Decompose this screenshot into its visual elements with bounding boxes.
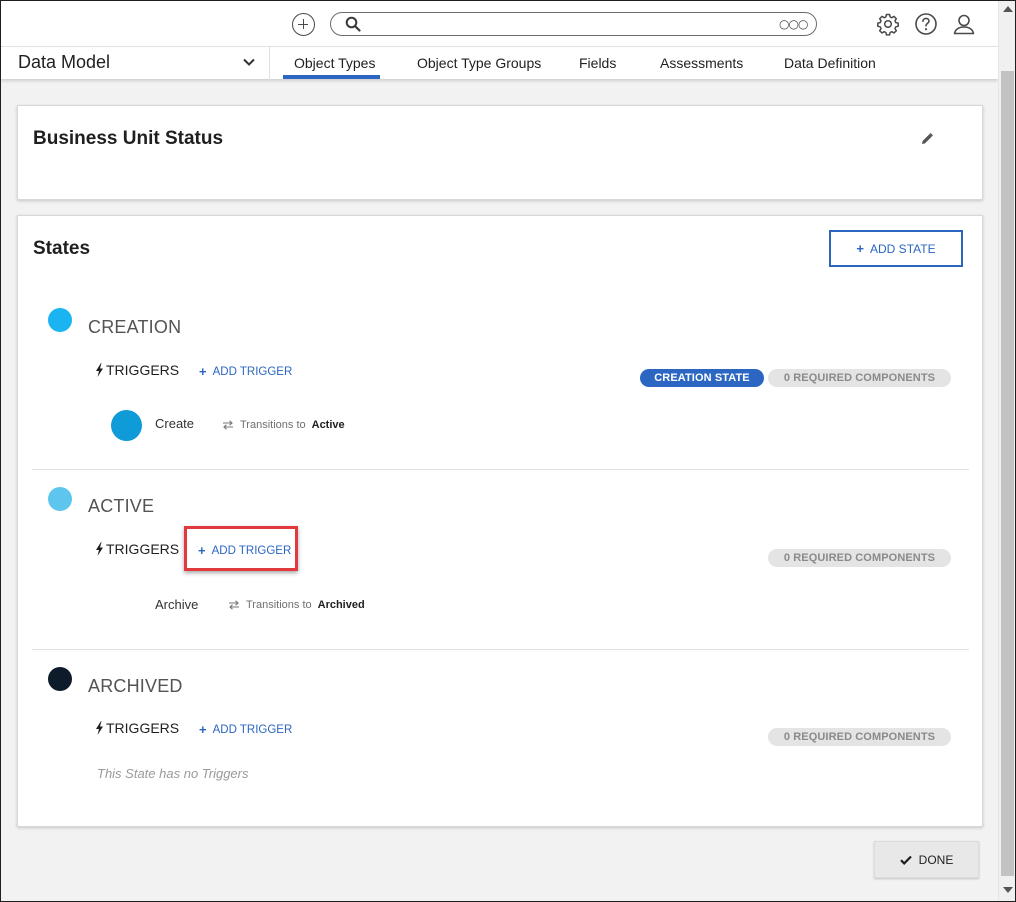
transition-target: Archived xyxy=(317,599,365,611)
swap-icon xyxy=(223,420,233,430)
nav-divider xyxy=(269,47,270,80)
trigger-name-archive[interactable]: Archive xyxy=(155,597,198,612)
add-trigger-button[interactable]: + ADD TRIGGER xyxy=(199,722,292,737)
settings-icon[interactable] xyxy=(876,12,900,36)
object-type-card: Business Unit Status xyxy=(17,105,983,200)
done-label: DONE xyxy=(918,852,954,867)
required-components-badge: 0 REQUIRED COMPONENTS xyxy=(768,369,951,387)
swap-icon xyxy=(229,600,239,610)
top-bar: ○○○ xyxy=(1,1,998,46)
search-bar[interactable]: ○○○ xyxy=(330,12,817,36)
app-window: ○○○ Data Model Object Types Object Type … xyxy=(0,0,1016,902)
done-button[interactable]: DONE xyxy=(874,841,979,878)
scrollbar[interactable] xyxy=(998,1,1015,901)
search-input[interactable] xyxy=(371,15,751,33)
state-color-dot xyxy=(48,667,72,691)
triggers-text: TRIGGERS xyxy=(106,362,180,378)
triggers-label: TRIGGERS xyxy=(95,362,179,378)
plus-icon: + xyxy=(199,722,207,737)
state-name-active: ACTIVE xyxy=(88,496,155,516)
state-divider xyxy=(32,469,969,470)
add-trigger-button[interactable]: + ADD TRIGGER xyxy=(198,543,291,558)
plus-circle-icon[interactable] xyxy=(292,13,315,36)
tab-assessments[interactable]: Assessments xyxy=(660,55,743,71)
scroll-up-icon[interactable] xyxy=(1003,6,1013,12)
tab-data-definition[interactable]: Data Definition xyxy=(784,55,876,71)
state-color-dot xyxy=(48,308,72,332)
pencil-icon[interactable] xyxy=(920,132,934,146)
required-components-badge: 0 REQUIRED COMPONENTS xyxy=(768,549,951,567)
nav-bar: Data Model Object Types Object Type Grou… xyxy=(1,46,998,80)
triggers-label: TRIGGERS xyxy=(95,541,179,557)
data-model-dropdown[interactable]: Data Model xyxy=(18,52,110,73)
add-trigger-button[interactable]: + ADD TRIGGER xyxy=(199,364,292,379)
tab-fields[interactable]: Fields xyxy=(579,55,616,71)
triggers-text: TRIGGERS xyxy=(106,720,180,736)
trigger-name-create[interactable]: Create xyxy=(155,416,194,431)
transition-info: Transitions to Active xyxy=(222,419,345,431)
state-color-dot xyxy=(48,487,72,511)
transitions-to-label: Transitions to xyxy=(246,599,312,611)
transition-target: Active xyxy=(311,419,345,431)
help-icon[interactable] xyxy=(914,12,938,36)
tab-object-types[interactable]: Object Types xyxy=(294,55,375,71)
trigger-color-dot xyxy=(111,410,142,441)
add-trigger-label: ADD TRIGGER xyxy=(211,544,292,557)
check-icon xyxy=(899,855,912,865)
add-trigger-label: ADD TRIGGER xyxy=(212,723,293,736)
state-divider xyxy=(32,649,969,650)
plus-icon: + xyxy=(856,241,865,256)
state-name-archived: ARCHIVED xyxy=(88,676,183,696)
more-icon[interactable]: ○○○ xyxy=(779,17,808,31)
tab-object-type-groups[interactable]: Object Type Groups xyxy=(417,55,541,71)
scroll-thumb[interactable] xyxy=(1001,71,1014,876)
triggers-label: TRIGGERS xyxy=(95,720,179,736)
state-name-creation: CREATION xyxy=(88,317,182,337)
triggers-text: TRIGGERS xyxy=(106,541,180,557)
no-triggers-text: This State has no Triggers xyxy=(97,766,249,781)
add-trigger-label: ADD TRIGGER xyxy=(212,365,293,378)
states-title: States xyxy=(33,238,91,259)
chevron-down-icon[interactable] xyxy=(243,58,255,66)
creation-state-badge: CREATION STATE xyxy=(640,369,764,387)
object-type-title: Business Unit Status xyxy=(33,128,224,149)
bolt-icon xyxy=(96,363,103,377)
plus-icon: + xyxy=(198,543,206,558)
plus-icon: + xyxy=(199,364,207,379)
search-icon[interactable] xyxy=(345,16,361,32)
add-state-label: ADD STATE xyxy=(870,241,936,256)
add-state-button[interactable]: + ADD STATE xyxy=(829,230,963,267)
bolt-icon xyxy=(96,542,103,556)
states-card: States + ADD STATE CREATION TRIGGERS + A… xyxy=(17,215,983,827)
active-tab-indicator xyxy=(283,75,380,79)
user-icon[interactable] xyxy=(952,12,976,36)
required-components-badge: 0 REQUIRED COMPONENTS xyxy=(768,728,951,746)
transitions-to-label: Transitions to xyxy=(240,419,306,431)
scroll-down-icon[interactable] xyxy=(1003,887,1013,893)
bolt-icon xyxy=(96,721,103,735)
transition-info: Transitions to Archived xyxy=(228,599,365,611)
